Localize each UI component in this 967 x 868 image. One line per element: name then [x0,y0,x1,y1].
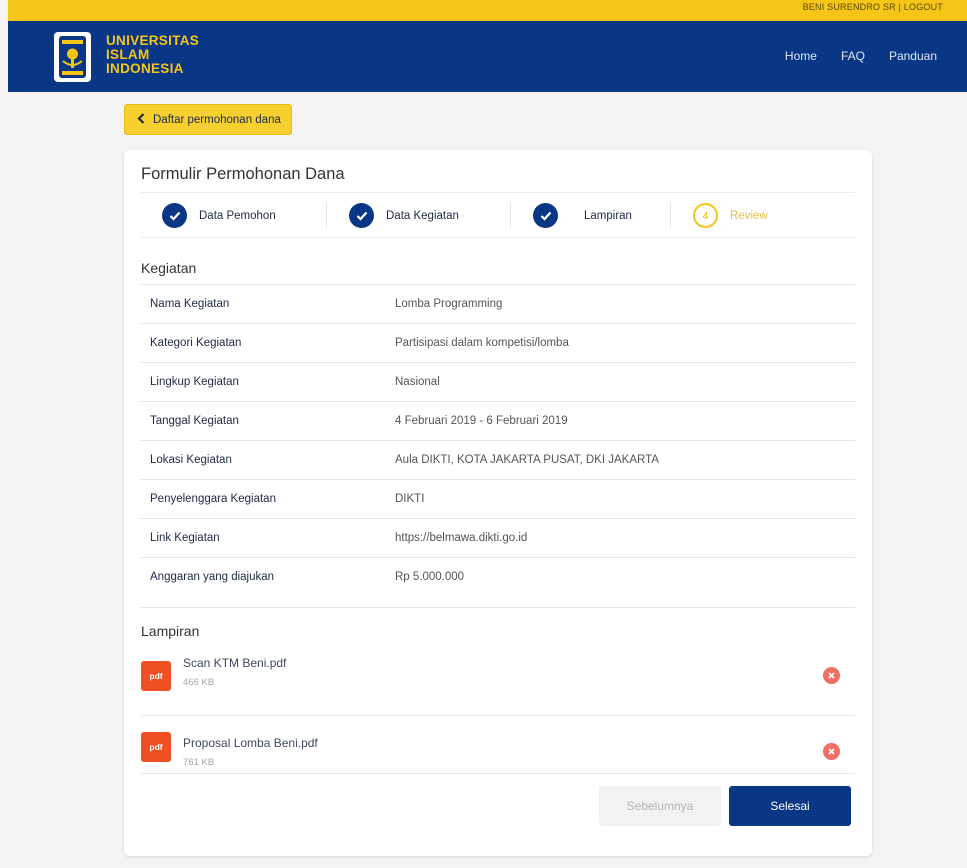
table-row: Nama Kegiatan Lomba Programming [141,284,855,323]
kegiatan-table: Nama Kegiatan Lomba Programming Kategori… [141,284,855,608]
step-data-kegiatan[interactable]: Data Kegiatan [349,193,459,238]
step-review[interactable]: 4 Review [693,193,768,238]
file-name[interactable]: Proposal Lomba Beni.pdf [183,736,318,750]
university-name[interactable]: UNIVERSITAS ISLAM INDONESIA [106,34,199,76]
table-row: Anggaran yang diajukan Rp 5.000.000 [141,557,855,608]
step-lampiran[interactable]: Lampiran [533,193,632,238]
back-to-list-button[interactable]: Daftar permohonan dana [124,104,292,135]
attachment-divider [141,773,855,774]
row-value: 4 Februari 2019 - 6 Februari 2019 [395,415,568,427]
nav-panduan[interactable]: Panduan [889,49,937,63]
step-data-pemohon[interactable]: Data Pemohon [162,193,276,238]
row-label: Penyelenggara Kegiatan [150,493,276,505]
nav-home[interactable]: Home [785,49,817,63]
row-label: Lingkup Kegiatan [150,376,239,388]
finish-button[interactable]: Selesai [729,786,851,826]
step-divider [670,202,671,229]
main-nav: Home FAQ Panduan [785,49,937,63]
file-size: 466 KB [183,677,215,688]
row-value: Nasional [395,376,440,388]
table-row: Tanggal Kegiatan 4 Februari 2019 - 6 Feb… [141,401,855,440]
table-row: Lingkup Kegiatan Nasional [141,362,855,401]
form-title: Formulir Permohonan Dana [141,165,345,183]
row-value: https://belmawa.dikti.go.id [395,532,528,544]
row-label: Kategori Kegiatan [150,337,242,349]
check-icon [349,203,374,228]
university-name-line: ISLAM [106,47,150,62]
top-strip: BENI SURENDRO SR | LOGOUT [8,0,967,21]
university-name-line: INDONESIA [106,61,184,76]
stepper: Data Pemohon Data Kegiatan Lampiran 4 Re… [141,192,855,238]
step-label: Review [730,209,768,222]
step-label: Data Kegiatan [386,209,459,222]
row-value: Rp 5.000.000 [395,570,465,583]
row-label: Link Kegiatan [150,532,220,544]
nav-faq[interactable]: FAQ [841,49,865,63]
table-row: Lokasi Kegiatan Aula DIKTI, KOTA JAKARTA… [141,440,855,479]
row-label: Nama Kegiatan [150,298,230,310]
check-icon [533,203,558,228]
attachment-item: pdf Proposal Lomba Beni.pdf 761 KB [141,716,855,773]
row-value: DIKTI [395,493,425,505]
section-title-kegiatan: Kegiatan [141,260,197,276]
check-icon [162,203,187,228]
step-label: Lampiran [584,209,632,222]
university-logo-icon[interactable] [54,32,91,82]
row-label: Lokasi Kegiatan [150,454,232,466]
table-row: Link Kegiatan https://belmawa.dikti.go.i… [141,518,855,557]
attachment-item: pdf Scan KTM Beni.pdf 466 KB [141,643,855,700]
previous-button[interactable]: Sebelumnya [599,786,721,826]
form-card: Formulir Permohonan Dana Data Pemohon Da… [124,150,872,856]
chevron-left-icon [137,112,145,127]
row-label: Tanggal Kegiatan [150,415,239,427]
university-name-line: UNIVERSITAS [106,33,200,48]
row-value: Aula DIKTI, KOTA JAKARTA PUSAT, DKI JAKA… [395,454,659,466]
table-row: Penyelenggara Kegiatan DIKTI [141,479,855,518]
step-label: Data Pemohon [199,209,276,222]
step-number: 4 [693,203,718,228]
navbar: UNIVERSITAS ISLAM INDONESIA Home FAQ Pan… [8,21,967,92]
row-label: Anggaran yang diajukan [150,570,275,583]
step-divider [510,202,511,229]
section-title-lampiran: Lampiran [141,623,200,639]
remove-file-icon[interactable] [823,667,840,684]
back-button-label: Daftar permohonan dana [153,113,281,126]
file-size: 761 KB [183,757,215,768]
row-value: Partisipasi dalam kompetisi/lomba [395,337,569,349]
file-name[interactable]: Scan KTM Beni.pdf [183,656,286,670]
user-links[interactable]: BENI SURENDRO SR | LOGOUT [803,2,943,12]
pdf-file-icon: pdf [141,732,171,762]
table-row: Kategori Kegiatan Partisipasi dalam komp… [141,323,855,362]
remove-file-icon[interactable] [823,743,840,760]
row-value: Lomba Programming [395,298,503,310]
pdf-file-icon: pdf [141,661,171,691]
step-divider [326,202,327,229]
